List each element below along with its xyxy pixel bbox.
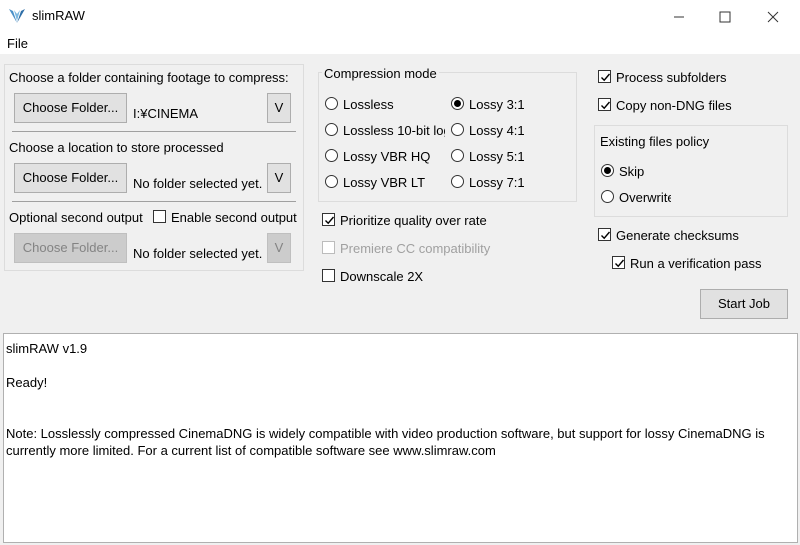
title-bar: slimRAW xyxy=(0,0,800,32)
choose-output-folder-button[interactable]: Choose Folder... xyxy=(14,163,127,193)
check-icon xyxy=(615,259,625,268)
second-output-label: Optional second output xyxy=(9,210,143,225)
process-subfolders-label: Process subfolders xyxy=(616,70,727,85)
log-output[interactable]: slimRAW v1.9 Ready! Note: Losslessly com… xyxy=(3,333,798,543)
process-subfolders-checkbox[interactable] xyxy=(598,70,611,83)
radio-lossy-4-1-label: Lossy 4:1 xyxy=(469,123,525,138)
check-icon xyxy=(325,216,335,225)
radio-lossy-vbr-lt[interactable] xyxy=(325,175,338,188)
generate-checksums-label: Generate checksums xyxy=(616,228,739,243)
radio-selected-dot xyxy=(454,100,461,107)
second-output-folder-path: No folder selected yet. xyxy=(133,246,263,261)
prioritize-quality-label: Prioritize quality over rate xyxy=(340,213,487,228)
radio-lossless-label: Lossless xyxy=(343,97,394,112)
copy-non-dng-checkbox[interactable] xyxy=(598,98,611,111)
radio-lossy-7-1-label: Lossy 7:1 xyxy=(469,175,525,190)
second-output-dropdown-button[interactable]: V xyxy=(267,233,291,263)
radio-skip-label: Skip xyxy=(619,164,645,179)
verification-pass-label: Run a verification pass xyxy=(630,256,762,271)
log-line: currently more limited. For a current li… xyxy=(6,443,496,458)
log-line: slimRAW v1.9 xyxy=(6,341,88,356)
radio-lossless-10bit-log-label: Lossless 10-bit log xyxy=(343,123,445,138)
radio-lossy-5-1[interactable] xyxy=(451,149,464,162)
close-icon xyxy=(767,11,779,23)
copy-non-dng-label: Copy non-DNG files xyxy=(616,98,732,113)
input-folder-dropdown-button[interactable]: V xyxy=(267,93,291,123)
radio-skip[interactable] xyxy=(601,164,614,177)
minimize-button[interactable] xyxy=(656,0,702,32)
radio-lossy-7-1[interactable] xyxy=(451,175,464,188)
premiere-compat-checkbox[interactable] xyxy=(322,241,335,254)
input-folder-path: I:¥CINEMA xyxy=(133,106,199,121)
log-line: Ready! xyxy=(6,375,48,390)
choose-second-output-folder-button[interactable]: Choose Folder... xyxy=(14,233,127,263)
downscale-label: Downscale 2X xyxy=(340,269,424,284)
enable-second-output-label: Enable second output xyxy=(171,210,297,225)
check-icon xyxy=(601,231,611,240)
output-folder-path: No folder selected yet. xyxy=(133,176,263,191)
maximize-icon xyxy=(719,11,731,23)
choose-input-folder-button[interactable]: Choose Folder... xyxy=(14,93,127,123)
radio-overwrite[interactable] xyxy=(601,190,614,203)
radio-selected-dot xyxy=(604,167,611,174)
menu-file[interactable]: File xyxy=(7,36,28,51)
log-line xyxy=(6,408,795,425)
log-line xyxy=(6,357,795,374)
radio-overwrite-label: Overwrite xyxy=(619,190,671,205)
log-line xyxy=(6,391,795,408)
enable-second-output-checkbox[interactable] xyxy=(153,210,166,223)
input-folder-label: Choose a folder containing footage to co… xyxy=(9,70,289,85)
generate-checksums-checkbox[interactable] xyxy=(598,228,611,241)
downscale-checkbox[interactable] xyxy=(322,269,335,282)
divider xyxy=(12,131,296,132)
radio-lossless[interactable] xyxy=(325,97,338,110)
verification-pass-checkbox[interactable] xyxy=(612,256,625,269)
radio-lossy-3-1[interactable] xyxy=(451,97,464,110)
radio-lossy-3-1-label: Lossy 3:1 xyxy=(469,97,525,112)
maximize-button[interactable] xyxy=(702,0,748,32)
radio-lossy-5-1-label: Lossy 5:1 xyxy=(469,149,525,164)
compression-mode-legend: Compression mode xyxy=(322,66,439,81)
close-button[interactable] xyxy=(750,0,796,32)
menu-bar: File xyxy=(0,32,800,54)
log-line: Note: Losslessly compressed CinemaDNG is… xyxy=(6,426,765,441)
start-job-button[interactable]: Start Job xyxy=(700,289,788,319)
premiere-compat-label: Premiere CC compatibility xyxy=(340,241,491,256)
radio-lossy-vbr-hq-label: Lossy VBR HQ xyxy=(343,149,431,164)
existing-files-policy-legend: Existing files policy xyxy=(600,134,710,149)
window-title: slimRAW xyxy=(32,8,85,23)
prioritize-quality-checkbox[interactable] xyxy=(322,213,335,226)
divider xyxy=(12,201,296,202)
radio-lossless-10bit-log[interactable] xyxy=(325,123,338,136)
output-folder-dropdown-button[interactable]: V xyxy=(267,163,291,193)
radio-lossy-vbr-hq[interactable] xyxy=(325,149,338,162)
output-folder-label: Choose a location to store processed xyxy=(9,140,224,155)
check-icon xyxy=(601,73,611,82)
slimraw-logo-icon xyxy=(9,9,25,23)
check-icon xyxy=(601,101,611,110)
radio-lossy-4-1[interactable] xyxy=(451,123,464,136)
minimize-icon xyxy=(674,16,684,18)
radio-lossy-vbr-lt-label: Lossy VBR LT xyxy=(343,175,426,190)
